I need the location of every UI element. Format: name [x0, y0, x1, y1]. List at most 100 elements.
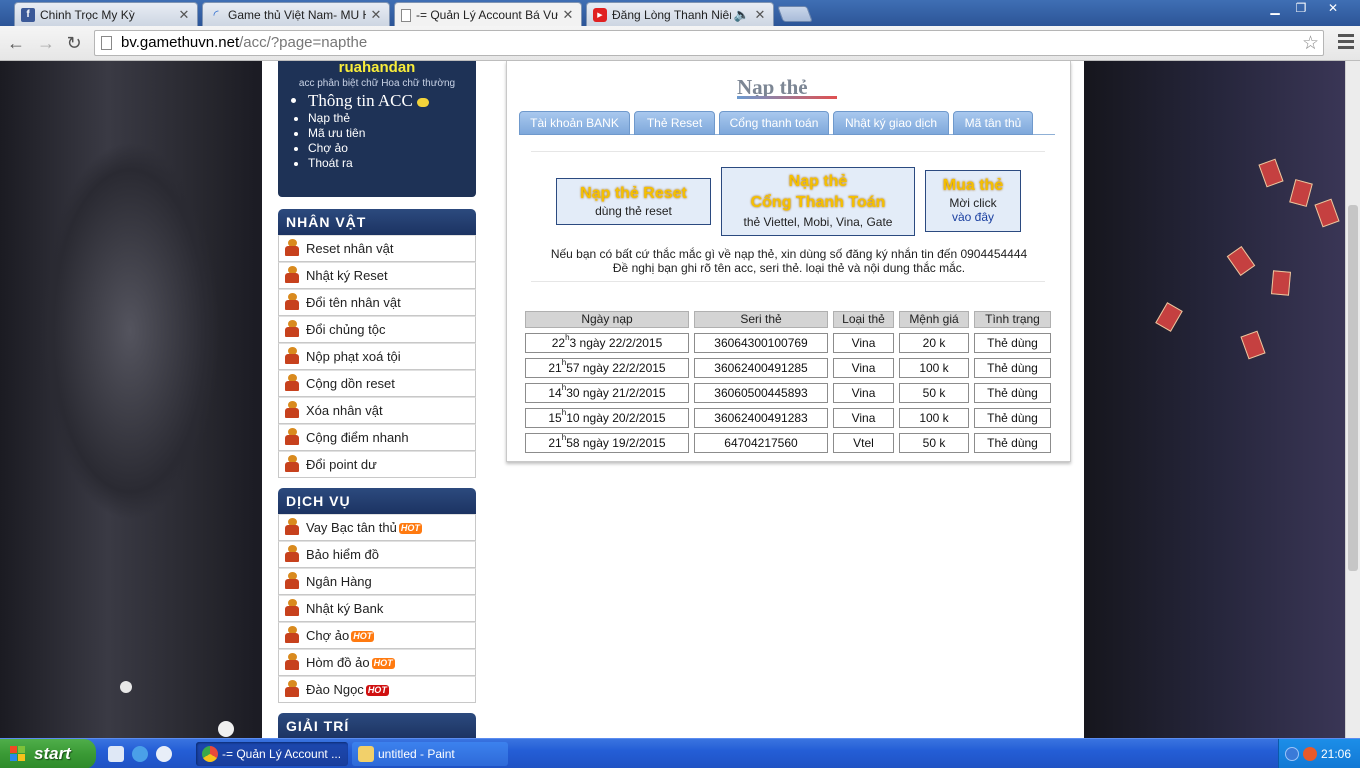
notice-line-2: Đề nghị bạn ghi rõ tên acc, seri thẻ. lo… [612, 261, 966, 275]
browser-tab-4[interactable]: ▶ Đăng Lòng Thanh Niên - C 🔈 ✕ [586, 2, 774, 26]
tab-title: Đăng Lòng Thanh Niên - C [612, 7, 731, 22]
browser-tab-2[interactable]: ◜ Game thủ Việt Nam- MU Hà N ✕ [202, 2, 390, 26]
table-header-cell: Seri thẻ [694, 311, 828, 328]
tab-bank-account[interactable]: Tài khoản BANK [519, 111, 630, 135]
tab-transaction-log[interactable]: Nhật ký giao dịch [833, 111, 949, 135]
sidebar-menu-item[interactable]: Xóa nhân vật [278, 397, 476, 424]
sidebar-menu-item[interactable]: Reset nhân vật [278, 235, 476, 262]
background-card [1155, 302, 1183, 332]
logout-link[interactable]: Thoát ra [308, 156, 429, 171]
character-icon [284, 680, 300, 698]
web-viewport: ruahandan acc phân biệt chữ Hoa chữ thườ… [0, 61, 1345, 738]
background-card [1240, 330, 1266, 360]
menu-item-label: Nộp phạt xoá tội [306, 349, 401, 364]
sidebar-menu-item[interactable]: Đổi chủng tộc [278, 316, 476, 343]
browser-toolbar: ← → ↻ bv.gamethuvn.net/acc/?page=napthe … [0, 26, 1360, 61]
browser-tab-1[interactable]: f Chinh Trọc My Kỳ ✕ [14, 2, 198, 26]
menu-item-label: Nhật ký Bank [306, 601, 384, 616]
recharge-panel: Nạp thẻ Tài khoản BANK Thẻ Reset Cổng th… [506, 61, 1071, 462]
sidebar-menu-item[interactable]: Chợ ảo HOT [278, 622, 476, 649]
tab-payment-gateway[interactable]: Cổng thanh toán [719, 111, 829, 135]
buy-card-link[interactable]: vào đây [926, 210, 1020, 224]
url-host: bv.gamethuvn.net [121, 34, 240, 51]
vertical-scrollbar[interactable] [1345, 61, 1360, 738]
close-tab-icon[interactable]: ✕ [369, 7, 383, 23]
taskbar-item-label: untitled - Paint [378, 747, 455, 761]
sidebar-menu-item[interactable]: Ngân Hàng [278, 568, 476, 595]
sidebar-menu-item[interactable]: Đổi tên nhân vật [278, 289, 476, 316]
buy-card-box[interactable]: Mua thẻ Mời click vào đây [925, 170, 1021, 232]
new-tab-button[interactable] [777, 6, 813, 22]
virtual-market-link[interactable]: Chợ ảo [308, 141, 429, 156]
sidebar-menu-item[interactable]: Đào Ngọc HOT [278, 676, 476, 703]
menu-hamburger-icon[interactable] [1338, 34, 1354, 52]
chrome-icon [202, 746, 218, 762]
sidebar-menu-item[interactable]: Hòm đồ ảo HOT [278, 649, 476, 676]
restore-icon[interactable]: ❐ [1288, 0, 1314, 18]
tray-app-icon[interactable] [1303, 747, 1317, 761]
start-button[interactable]: start [0, 739, 96, 768]
table-cell-seri: 36062400491283 [694, 408, 828, 428]
taskbar-item-paint[interactable]: untitled - Paint [352, 742, 508, 766]
character-icon [284, 626, 300, 644]
support-notice: Nếu bạn có bất cứ thắc mắc gì về nạp thẻ… [519, 247, 1059, 275]
table-cell-seri: 36060500445893 [694, 383, 828, 403]
sidebar-menu-item[interactable]: Cộng dồn reset [278, 370, 476, 397]
back-arrow-icon[interactable]: ← [4, 32, 28, 54]
taskbar-item-chrome[interactable]: -= Quản Lý Account ... [196, 742, 348, 766]
url-path: /acc/?page=napthe [239, 34, 368, 51]
tab-title: Game thủ Việt Nam- MU Hà N [228, 7, 366, 22]
gateway-card-box[interactable]: Nạp thẻ Cổng Thanh Toán thẻ Viettel, Mob… [721, 167, 915, 236]
internet-explorer-icon[interactable] [132, 746, 148, 762]
table-cell-type: Vtel [833, 433, 894, 453]
section-header-character: NHÂN VẬT [278, 209, 476, 235]
show-desktop-icon[interactable] [108, 746, 124, 762]
sidebar-menu-item[interactable]: Nhật ký Bank [278, 595, 476, 622]
username: ruahandan [338, 61, 416, 76]
close-tab-icon[interactable]: ✕ [561, 7, 575, 23]
minimize-icon[interactable]: ▁ [1262, 0, 1288, 18]
character-icon [284, 545, 300, 563]
reload-icon[interactable]: ↻ [62, 32, 86, 54]
sidebar-menu-item[interactable]: Bảo hiểm đồ [278, 541, 476, 568]
bookmark-star-icon[interactable]: ☆ [1302, 32, 1319, 55]
browser-tab-3-active[interactable]: -= Quản Lý Account Bá Vươn ✕ [394, 2, 582, 27]
sidebar-menu-item[interactable]: Đổi point dư [278, 451, 476, 478]
table-cell-date: 14h30 ngày 21/2/2015 [525, 383, 689, 403]
sidebar-menu-item[interactable]: Vay Bạc tân thủ HOT [278, 514, 476, 541]
section-header-services: DỊCH VỤ [278, 488, 476, 514]
close-window-icon[interactable]: ✕ [1320, 0, 1346, 18]
sidebar-menu-item[interactable]: Cộng điểm nhanh [278, 424, 476, 451]
close-tab-icon[interactable]: ✕ [753, 7, 767, 23]
table-cell-value: 50 k [899, 433, 969, 453]
sidebar-menu-item[interactable]: Nộp phạt xoá tội [278, 343, 476, 370]
gateway-title-1: Nạp thẻ [788, 173, 848, 190]
media-player-icon[interactable] [156, 746, 172, 762]
speaker-icon: 🔈 [733, 6, 750, 22]
menu-item-label: Xóa nhân vật [306, 403, 383, 418]
scrollbar-thumb[interactable] [1348, 205, 1358, 571]
sidebar-menu-item[interactable]: Nhật ký Reset [278, 262, 476, 289]
close-tab-icon[interactable]: ✕ [177, 7, 191, 23]
account-info-link[interactable]: Thông tin ACC [308, 91, 429, 111]
priority-code-link[interactable]: Mã ưu tiên [308, 126, 429, 141]
table-cell-status: Thẻ dùng [974, 333, 1051, 353]
tab-newbie-code[interactable]: Mã tân thủ [953, 111, 1033, 135]
address-bar[interactable]: bv.gamethuvn.net/acc/?page=napthe ☆ [94, 30, 1324, 56]
section-header-entertainment: GIẢI TRÍ [278, 713, 476, 738]
character-icon [284, 266, 300, 284]
hot-badge: HOT [398, 523, 422, 535]
table-cell-seri: 36062400491285 [694, 358, 828, 378]
hot-badge: HOT [371, 658, 395, 670]
gateway-sub: thẻ Viettel, Mobi, Vina, Gate [743, 215, 893, 229]
menu-item-label: Bảo hiểm đồ [306, 547, 379, 562]
character-icon [284, 374, 300, 392]
forward-arrow-icon[interactable]: → [34, 32, 58, 54]
tab-reset-card[interactable]: Thẻ Reset [634, 111, 715, 135]
background-art [218, 721, 234, 737]
reset-card-box[interactable]: Nạp thẻ Reset dùng thẻ reset [556, 178, 711, 225]
table-header-cell: Mệnh giá [899, 311, 969, 328]
tray-expand-icon[interactable] [1285, 747, 1299, 761]
character-icon [284, 518, 300, 536]
recharge-link[interactable]: Nạp thẻ [308, 111, 429, 126]
